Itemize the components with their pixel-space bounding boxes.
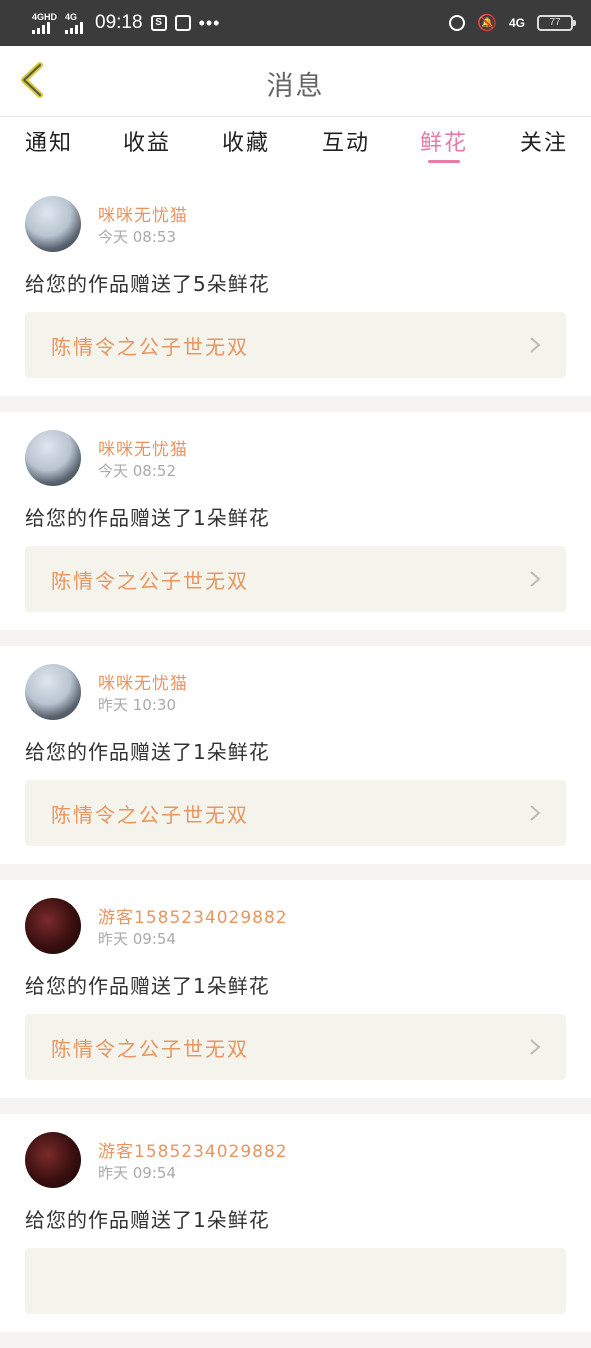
tab-follows[interactable]: 关注 [520, 125, 568, 157]
work-title: 陈情令之公子世无双 [51, 569, 249, 593]
avatar[interactable] [25, 898, 81, 954]
message-card: 咪咪无忧猫 今天 08:52 给您的作品赠送了1朵鲜花 陈情令之公子世无双 [0, 412, 591, 630]
more-notifications-icon: ••• [198, 12, 221, 33]
tab-interactions[interactable]: 互动 [322, 125, 370, 157]
sender-name[interactable]: 游客1585234029882 [98, 1137, 288, 1162]
chevron-right-icon [530, 1039, 541, 1055]
notification-app-icon: S [150, 15, 167, 31]
sender-name[interactable]: 咪咪无忧猫 [98, 669, 188, 694]
battery-icon: 77 [537, 15, 576, 31]
message-text: 给您的作品赠送了1朵鲜花 [25, 506, 270, 530]
message-time: 昨天 09:54 [98, 930, 176, 948]
sender-name[interactable]: 咪咪无忧猫 [98, 435, 188, 460]
message-card: 咪咪无忧猫 今天 08:53 给您的作品赠送了5朵鲜花 陈情令之公子世无双 [0, 178, 591, 396]
message-time: 今天 08:53 [98, 228, 176, 246]
avatar[interactable] [25, 664, 81, 720]
work-link[interactable]: 陈情令之公子世无双 [25, 780, 566, 846]
work-title: 陈情令之公子世无双 [51, 803, 249, 827]
signal-icon-2: 4G [65, 12, 84, 34]
signal-icon-1: 4GHD [32, 12, 57, 34]
work-title: 陈情令之公子世无双 [51, 1037, 249, 1061]
message-card: 游客1585234029882 昨天 09:54 给您的作品赠送了1朵鲜花 陈情… [0, 880, 591, 1098]
work-link[interactable]: 陈情令之公子世无双 [25, 312, 566, 378]
message-card: 游客1585234029882 昨天 09:54 给您的作品赠送了1朵鲜花 [0, 1114, 591, 1332]
status-right: 🔕 4G 77 [449, 13, 576, 33]
tab-earnings[interactable]: 收益 [123, 125, 171, 157]
active-tab-indicator [428, 160, 460, 163]
work-link[interactable] [25, 1248, 566, 1314]
tab-bar: 通知 收益 收藏 互动 鲜花 关注 [0, 117, 591, 179]
sender-name[interactable]: 游客1585234029882 [98, 903, 288, 928]
tab-notifications[interactable]: 通知 [25, 125, 73, 157]
work-link[interactable]: 陈情令之公子世无双 [25, 1014, 566, 1080]
alarm-icon [449, 15, 466, 31]
avatar[interactable] [25, 430, 81, 486]
app-header: 消息 [0, 46, 591, 117]
message-list: 咪咪无忧猫 今天 08:53 给您的作品赠送了5朵鲜花 陈情令之公子世无双 咪咪… [0, 178, 591, 1348]
message-text: 给您的作品赠送了1朵鲜花 [25, 1208, 270, 1232]
tab-flowers[interactable]: 鲜花 [420, 125, 468, 157]
status-time: 09:18 [95, 12, 143, 33]
message-card: 咪咪无忧猫 昨天 10:30 给您的作品赠送了1朵鲜花 陈情令之公子世无双 [0, 646, 591, 864]
avatar[interactable] [25, 196, 81, 252]
status-bar: 4GHD 4G 09:18 S ••• 🔕 4G 77 [0, 0, 591, 46]
message-time: 昨天 10:30 [98, 696, 176, 714]
message-time: 今天 08:52 [98, 462, 176, 480]
work-title: 陈情令之公子世无双 [51, 335, 249, 359]
message-text: 给您的作品赠送了1朵鲜花 [25, 740, 270, 764]
image-app-icon [174, 15, 191, 31]
chevron-right-icon [530, 805, 541, 821]
network-type: 4G [508, 16, 525, 30]
chevron-right-icon [530, 571, 541, 587]
message-time: 昨天 09:54 [98, 1164, 176, 1182]
sender-name[interactable]: 咪咪无忧猫 [98, 201, 188, 226]
status-left: 4GHD 4G 09:18 S ••• [32, 12, 220, 34]
tab-favorites[interactable]: 收藏 [222, 125, 270, 157]
avatar[interactable] [25, 1132, 81, 1188]
work-link[interactable]: 陈情令之公子世无双 [25, 546, 566, 612]
message-text: 给您的作品赠送了1朵鲜花 [25, 974, 270, 998]
chevron-right-icon [530, 337, 541, 353]
mute-bell-icon: 🔕 [477, 15, 497, 32]
page-title: 消息 [266, 71, 325, 102]
message-text: 给您的作品赠送了5朵鲜花 [25, 272, 270, 296]
